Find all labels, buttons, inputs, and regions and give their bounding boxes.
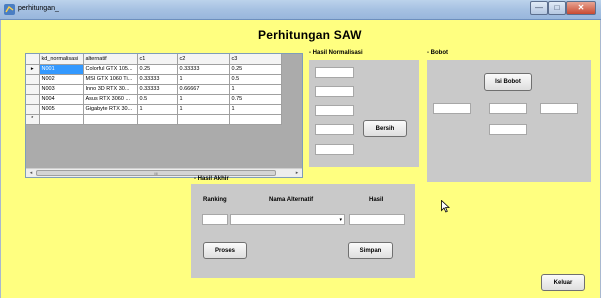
grid-cell[interactable]: 0.33333 — [137, 74, 178, 85]
grid-cell[interactable]: N001 — [39, 64, 84, 75]
ranking-textbox[interactable] — [202, 214, 228, 225]
grid-cell[interactable]: Inno 3D RTX 30... — [83, 84, 138, 95]
title-bar: perhitungan_ — □ ✕ — [0, 0, 601, 20]
table-row[interactable]: N002 MSI GTX 1060 Ti... 0.33333 1 0.5 — [26, 74, 282, 85]
grid-cell[interactable]: 1 — [177, 94, 230, 105]
hasil-akhir-label: - Hasil Akhir — [194, 176, 229, 182]
page-title: Perhitungan SAW — [258, 28, 362, 42]
hasil-column-label: Hasil — [369, 197, 384, 203]
alternatif-dropdown[interactable]: ▾ — [230, 214, 345, 225]
grid-cell[interactable]: 0.25 — [229, 64, 282, 75]
bobot-textbox-1[interactable] — [433, 103, 471, 114]
normalisasi-textbox-5[interactable] — [315, 144, 354, 155]
grid-cell[interactable]: Gigabyte RTX 30... — [83, 104, 138, 115]
grid-cell[interactable]: N004 — [39, 94, 84, 105]
scroll-thumb[interactable]: III — [36, 170, 276, 176]
nama-alternatif-column-label: Nama Alternatif — [269, 197, 314, 203]
grid-column-header[interactable]: c2 — [177, 54, 230, 65]
bobot-label: - Bobot — [427, 50, 448, 56]
table-row[interactable]: N004 Asus RTX 3060 ... 0.5 1 0.75 — [26, 94, 282, 105]
grid-cell[interactable]: N003 — [39, 84, 84, 95]
grid-cell[interactable]: Asus RTX 3060 ... — [83, 94, 138, 105]
normalisasi-panel: Bersih — [309, 60, 419, 167]
grid-cell[interactable]: 0.66667 — [177, 84, 230, 95]
grid-cell[interactable]: N005 — [39, 104, 84, 115]
grid-cell[interactable]: N002 — [39, 74, 84, 85]
proses-button[interactable]: Proses — [203, 242, 247, 259]
ranking-column-label: Ranking — [203, 197, 227, 203]
row-header[interactable] — [26, 84, 40, 95]
form-client-area: Perhitungan SAW kd_normalisasi alternati… — [0, 20, 601, 298]
grid-cell[interactable] — [39, 114, 84, 125]
grid-cell[interactable] — [137, 114, 178, 125]
grid-cell[interactable]: 1 — [137, 104, 178, 115]
grid-cell[interactable]: 1 — [177, 104, 230, 115]
window-title: perhitungan_ — [18, 5, 59, 12]
grid-column-header[interactable]: kd_normalisasi — [39, 54, 84, 65]
row-header[interactable] — [26, 74, 40, 85]
new-row-indicator[interactable]: * — [26, 114, 40, 125]
grid-table: kd_normalisasi alternatif c1 c2 c3 ▸ N00… — [26, 54, 282, 125]
grid-cell[interactable]: 1 — [229, 84, 282, 95]
grid-cell[interactable] — [229, 114, 282, 125]
app-icon — [4, 4, 15, 15]
bobot-textbox-2[interactable] — [489, 103, 527, 114]
current-row-indicator[interactable]: ▸ — [26, 64, 40, 75]
table-row[interactable]: N005 Gigabyte RTX 30... 1 1 1 — [26, 104, 282, 115]
simpan-button[interactable]: Simpan — [348, 242, 393, 259]
grid-cell[interactable] — [177, 114, 230, 125]
isi-bobot-button[interactable]: Isi Bobot — [484, 73, 532, 91]
row-header[interactable] — [26, 94, 40, 105]
grid-cell[interactable]: 0.33333 — [177, 64, 230, 75]
grid-cell[interactable]: MSI GTX 1060 Ti... — [83, 74, 138, 85]
horizontal-scrollbar[interactable]: ◂ III ▸ — [26, 168, 302, 177]
grid-header-row: kd_normalisasi alternatif c1 c2 c3 — [26, 54, 282, 65]
table-row[interactable]: ▸ N001 Colorful GTX 105... 0.25 0.33333 … — [26, 64, 282, 75]
grid-column-header[interactable]: c1 — [137, 54, 178, 65]
grid-cell[interactable]: Colorful GTX 105... — [83, 64, 138, 75]
table-row[interactable]: N003 Inno 3D RTX 30... 0.33333 0.66667 1 — [26, 84, 282, 95]
scroll-right-icon[interactable]: ▸ — [293, 170, 301, 177]
bersih-button[interactable]: Bersih — [363, 120, 407, 137]
grid-cell[interactable]: 0.5 — [229, 74, 282, 85]
normalisasi-textbox-1[interactable] — [315, 67, 354, 78]
keluar-button[interactable]: Keluar — [541, 274, 585, 291]
grid-column-header[interactable]: c3 — [229, 54, 282, 65]
hasil-akhir-panel: Ranking Nama Alternatif Hasil ▾ Proses S… — [191, 184, 415, 278]
normalisasi-textbox-2[interactable] — [315, 86, 354, 97]
normalisasi-textbox-4[interactable] — [315, 124, 354, 135]
grid-cell[interactable]: 0.5 — [137, 94, 178, 105]
close-button[interactable]: ✕ — [566, 1, 596, 15]
normalisasi-label: - Hasil Normalisasi — [309, 50, 363, 56]
grid-cell[interactable]: 0.25 — [137, 64, 178, 75]
chevron-down-icon[interactable]: ▾ — [339, 215, 342, 226]
grid-cell[interactable]: 1 — [177, 74, 230, 85]
normalisasi-grid[interactable]: kd_normalisasi alternatif c1 c2 c3 ▸ N00… — [25, 53, 303, 178]
normalisasi-textbox-3[interactable] — [315, 105, 354, 116]
bobot-panel: Isi Bobot — [427, 60, 591, 182]
grid-cell[interactable]: 0.33333 — [137, 84, 178, 95]
caption-buttons: — □ ✕ — [530, 1, 596, 15]
scroll-left-icon[interactable]: ◂ — [27, 170, 35, 177]
hasil-textbox[interactable] — [349, 214, 405, 225]
grid-cell[interactable] — [83, 114, 138, 125]
new-row[interactable]: * — [26, 114, 282, 125]
grid-cell[interactable]: 0.75 — [229, 94, 282, 105]
maximize-button[interactable]: □ — [548, 1, 566, 15]
bobot-textbox-4[interactable] — [489, 124, 527, 135]
mouse-cursor-icon — [441, 200, 450, 213]
grid-column-header[interactable]: alternatif — [83, 54, 138, 65]
minimize-button[interactable]: — — [530, 1, 548, 15]
bobot-textbox-3[interactable] — [540, 103, 578, 114]
grid-cell[interactable]: 1 — [229, 104, 282, 115]
row-header[interactable] — [26, 104, 40, 115]
grid-corner — [26, 54, 40, 65]
